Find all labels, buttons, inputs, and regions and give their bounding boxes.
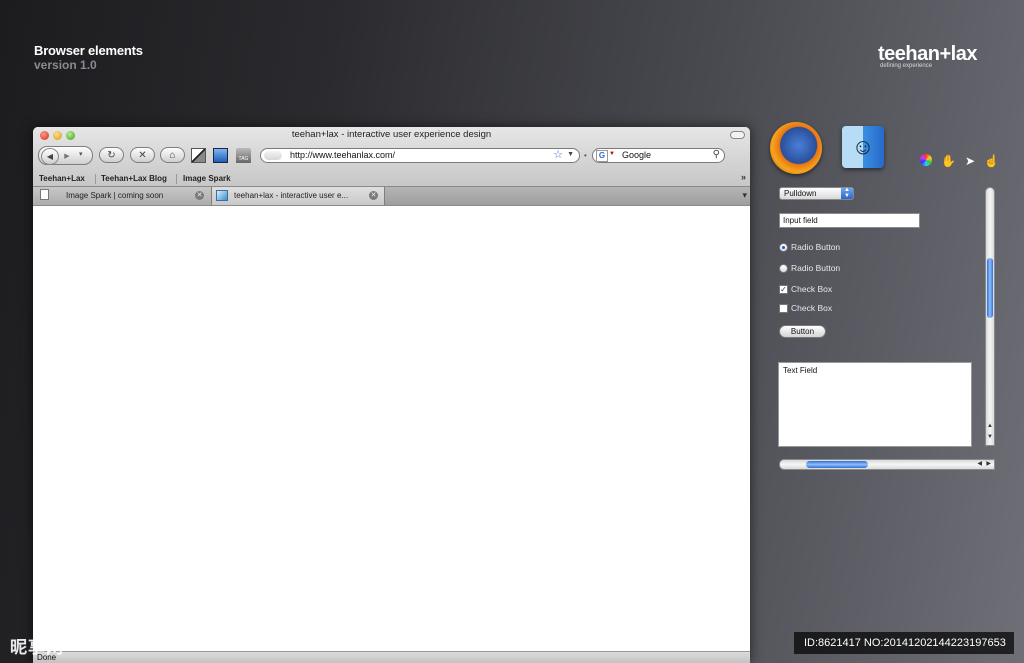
stop-button[interactable]: ✕ [130,147,155,163]
tab-label: teehan+lax - interactive user e... [234,191,349,200]
checkbox-1[interactable]: ✓ Check Box [779,284,832,294]
tab-image-spark[interactable]: Image Spark | coming soon ✕ [33,187,212,205]
bookmark-image-spark[interactable]: Image Spark [183,174,231,183]
radio-unselected-icon[interactable] [779,263,788,273]
scroll-right-icon[interactable]: ▶ [986,460,991,467]
browser-window: teehan+lax - interactive user experience… [33,127,750,663]
hand-cursor-icon: ✋ [941,154,956,168]
url-text[interactable]: http://www.teehanlax.com/ [290,150,395,160]
radio-label: Radio Button [791,242,841,252]
watermark-id: ID:8621417 NO:20141202144223197653 [794,632,1014,654]
tab-bar: Image Spark | coming soon ✕ teehan+lax -… [33,186,750,205]
bookmark-teehan-lax-blog[interactable]: Teehan+Lax Blog [101,174,167,183]
tab-list-icon[interactable]: ▾ [742,190,747,201]
checkbox-2[interactable]: Check Box [779,303,832,313]
status-bar: Done [33,651,750,663]
address-bar[interactable]: http://www.teehanlax.com/ ☆ ▼ [260,148,580,163]
search-box[interactable]: G ▼ Google ⚲ [592,148,725,163]
checkbox-label: Check Box [791,303,833,313]
star-icon[interactable]: ☆ [553,148,563,161]
firefox-icon [770,122,822,174]
spinning-wheel-cursor-icon [920,154,932,166]
push-button[interactable]: Button [779,325,826,338]
home-button[interactable]: ⌂ [160,147,185,163]
engine-dropdown-icon[interactable]: ▼ [609,151,615,157]
page-icon [40,189,49,200]
scroll-left-icon[interactable]: ◀ [977,460,982,467]
back-icon: ◀ [46,152,54,161]
bookmark-separator [176,174,177,184]
watermark-logo: 昵享网 [10,638,64,657]
horizontal-scrollbar[interactable]: ◀ ▶ [779,459,995,470]
home-icon: ⌂ [169,149,176,161]
finder-face-icon: ☺ [851,134,875,159]
tag-icon[interactable]: TAG [236,148,251,163]
checkbox-unchecked-icon[interactable] [779,303,788,313]
finder-icon: ☺ [842,126,884,168]
back-forward-group: ◀ ▶ ▾ [38,146,93,165]
watermark-url: www.nipic.cn [96,637,185,652]
forward-button[interactable]: ▶ [61,150,73,161]
version-label: version 1.0 [34,58,97,72]
pulldown-select[interactable]: Pulldown ▲ ▼ [779,187,854,200]
scroll-up-icon[interactable]: ▲ [986,423,994,433]
input-field[interactable]: Input field [779,213,920,228]
search-icon[interactable]: ⚲ [713,149,720,160]
bookmark-separator [95,174,96,184]
toolbar-toggle-button[interactable] [730,131,745,139]
page-title: Browser elements [34,43,143,58]
close-tab-icon[interactable]: ✕ [195,191,204,200]
bookmarks-toolbar: Teehan+Lax Teehan+Lax Blog Image Spark » [33,172,750,186]
site-identity-icon[interactable] [264,151,282,160]
close-tab-icon[interactable]: ✕ [369,191,378,200]
vertical-scrollbar[interactable]: ▲ ▼ [985,187,995,446]
back-button[interactable]: ◀ [41,148,59,165]
search-input[interactable]: Google [622,150,651,160]
window-title: teehan+lax - interactive user experience… [291,129,492,140]
radio-selected-icon[interactable] [779,242,788,252]
bookmarks-icon[interactable] [213,148,228,163]
bookmark-teehan-lax[interactable]: Teehan+Lax [39,174,85,183]
favicon-icon [216,190,228,201]
extension-icon[interactable] [191,148,206,163]
browser-chrome: teehan+lax - interactive user experience… [33,127,750,206]
separator: • [584,151,587,160]
radio-button-1[interactable]: Radio Button [779,242,840,252]
checkbox-checked-icon[interactable]: ✓ [779,284,788,294]
pointer-cursor-icon: ☝ [984,154,999,168]
forward-icon: ▶ [64,152,70,160]
pulldown-label: Pulldown [784,189,817,198]
radio-label: Radio Button [791,263,841,273]
tab-teehan-lax[interactable]: teehan+lax - interactive user e... ✕ [212,187,385,205]
chevron-right-icon[interactable]: » [741,172,746,182]
text-area[interactable]: Text Field [778,362,972,447]
reload-icon: ↻ [107,149,116,161]
tab-label: Image Spark | coming soon [66,191,164,200]
vertical-scroll-thumb[interactable] [987,258,993,318]
select-arrows-icon: ▲ ▼ [841,187,853,199]
url-dropdown-icon[interactable]: ▼ [567,151,574,158]
radio-button-2[interactable]: Radio Button [779,263,840,273]
google-engine-icon[interactable]: G [596,150,608,162]
checkbox-label: Check Box [791,284,833,294]
horizontal-scroll-thumb[interactable] [806,461,868,468]
history-dropdown-icon[interactable]: ▾ [79,150,83,158]
scroll-down-icon[interactable]: ▼ [986,434,994,444]
arrow-cursor-icon: ➤ [965,154,976,168]
brand-tagline: defining experience [880,63,933,69]
reload-button[interactable]: ↻ [99,147,124,163]
stop-icon: ✕ [138,149,147,161]
